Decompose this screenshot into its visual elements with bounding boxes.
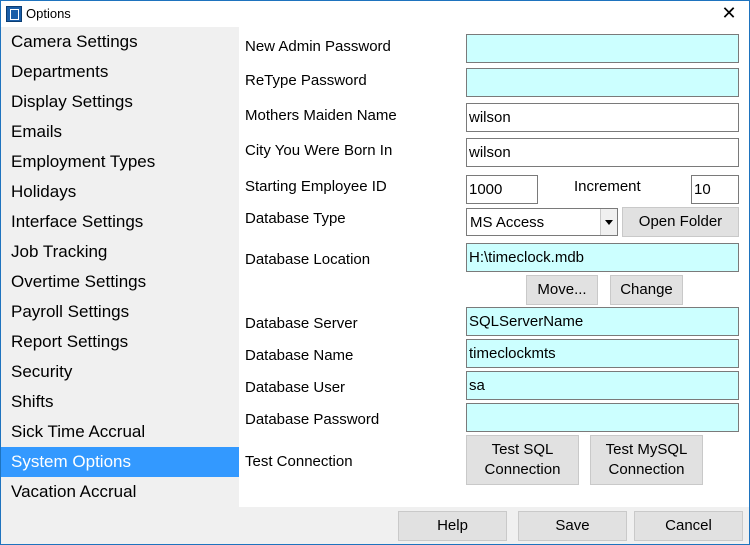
test-sql-connection-button[interactable]: Test SQL Connection: [466, 435, 579, 485]
sidebar-item-payroll-settings[interactable]: Payroll Settings: [1, 297, 239, 327]
window-title: Options: [26, 6, 71, 21]
move-database-button[interactable]: Move...: [526, 275, 598, 305]
cancel-button[interactable]: Cancel: [634, 511, 743, 541]
retype-password-label: ReType Password: [245, 72, 367, 89]
mothers-maiden-name-label: Mothers Maiden Name: [245, 107, 397, 124]
sidebar-item-overtime-settings[interactable]: Overtime Settings: [1, 267, 239, 297]
database-password-field[interactable]: [466, 403, 739, 432]
new-admin-password-field[interactable]: [466, 34, 739, 63]
database-server-label: Database Server: [245, 315, 358, 332]
database-type-value: MS Access: [470, 214, 545, 231]
sidebar-item-sick-time-accrual[interactable]: Sick Time Accrual: [1, 417, 239, 447]
sidebar-item-interface-settings[interactable]: Interface Settings: [1, 207, 239, 237]
sidebar-item-system-options[interactable]: System Options: [1, 447, 239, 477]
close-icon[interactable]: ✕: [717, 2, 741, 24]
retype-password-field[interactable]: [466, 68, 739, 97]
test-mysql-button-line1: Test MySQL: [605, 441, 688, 458]
test-mysql-button-line2: Connection: [608, 461, 685, 478]
database-name-label: Database Name: [245, 347, 354, 364]
open-folder-button[interactable]: Open Folder: [622, 207, 739, 237]
save-button[interactable]: Save: [518, 511, 627, 541]
database-location-label: Database Location: [245, 251, 371, 268]
increment-field[interactable]: [691, 175, 739, 204]
change-database-button[interactable]: Change: [610, 275, 683, 305]
sidebar-item-shifts[interactable]: Shifts: [1, 387, 239, 417]
test-sql-button-line1: Test SQL: [491, 441, 554, 458]
city-born-in-label: City You Were Born In: [245, 142, 393, 159]
city-born-in-field[interactable]: [466, 138, 739, 167]
database-type-label: Database Type: [245, 210, 346, 227]
sidebar-item-vacation-accrual[interactable]: Vacation Accrual: [1, 477, 239, 507]
title-bar: Options ✕: [1, 1, 749, 27]
starting-employee-id-label: Starting Employee ID: [245, 178, 387, 195]
test-connection-label: Test Connection: [245, 453, 353, 470]
sidebar-item-camera-settings[interactable]: Camera Settings: [1, 27, 239, 57]
sidebar-item-security[interactable]: Security: [1, 357, 239, 387]
options-window: Options ✕ Camera Settings Departments Di…: [0, 0, 750, 545]
chevron-down-icon[interactable]: [600, 209, 617, 235]
mothers-maiden-name-field[interactable]: [466, 103, 739, 132]
database-password-label: Database Password: [245, 411, 380, 428]
database-location-field[interactable]: [466, 243, 739, 272]
help-button[interactable]: Help: [398, 511, 507, 541]
dialog-footer: Help Save Cancel: [1, 507, 749, 544]
database-type-select[interactable]: MS Access: [466, 208, 618, 236]
database-server-field[interactable]: [466, 307, 739, 336]
sidebar-item-display-settings[interactable]: Display Settings: [1, 87, 239, 117]
database-user-label: Database User: [245, 379, 346, 396]
database-user-field[interactable]: [466, 371, 739, 400]
sidebar-item-job-tracking[interactable]: Job Tracking: [1, 237, 239, 267]
test-sql-button-line2: Connection: [484, 461, 561, 478]
app-icon: [6, 6, 22, 22]
test-mysql-connection-button[interactable]: Test MySQL Connection: [590, 435, 703, 485]
database-name-field[interactable]: [466, 339, 739, 368]
sidebar-item-emails[interactable]: Emails: [1, 117, 239, 147]
increment-label: Increment: [574, 178, 641, 195]
sidebar-item-employment-types[interactable]: Employment Types: [1, 147, 239, 177]
sidebar-item-departments[interactable]: Departments: [1, 57, 239, 87]
starting-employee-id-field[interactable]: [466, 175, 538, 204]
options-category-list: Camera Settings Departments Display Sett…: [1, 27, 239, 507]
new-admin-password-label: New Admin Password: [245, 38, 391, 55]
sidebar-item-report-settings[interactable]: Report Settings: [1, 327, 239, 357]
sidebar-item-holidays[interactable]: Holidays: [1, 177, 239, 207]
